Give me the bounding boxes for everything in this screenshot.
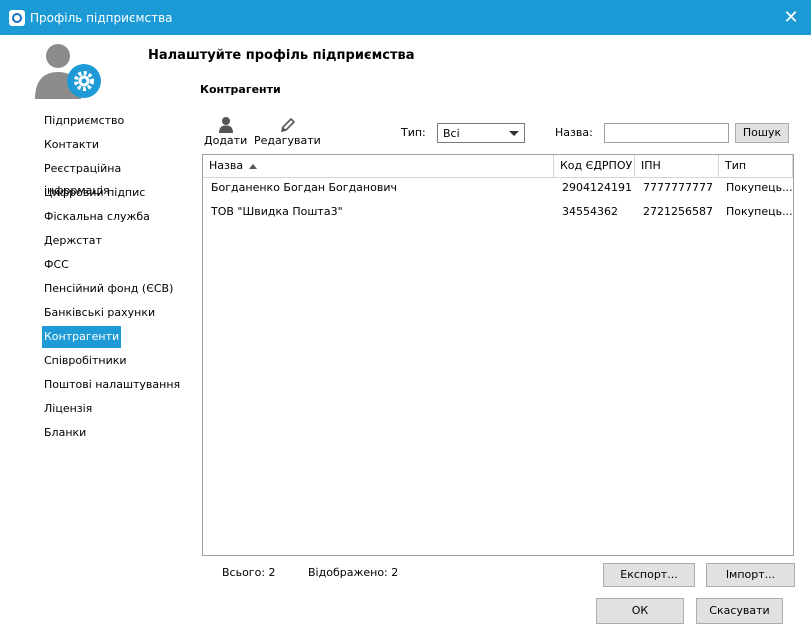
- cell-edrpou: 34554362: [562, 205, 618, 218]
- close-button[interactable]: ✕: [777, 5, 805, 31]
- sidebar-item-label: Бланки: [44, 426, 87, 439]
- title-bar: Профіль підприємства ✕: [0, 0, 811, 35]
- add-button[interactable]: Додати: [204, 116, 247, 147]
- type-filter-label: Тип:: [401, 126, 426, 139]
- cell-edrpou: 2904124191: [562, 181, 632, 194]
- table-row[interactable]: Богданенко Богдан Богданович 2904124191 …: [203, 176, 793, 200]
- cell-ipn: 7777777777: [643, 181, 713, 194]
- sidebar-item-contacts[interactable]: Контакти: [41, 134, 191, 158]
- ok-button[interactable]: ОК: [596, 598, 684, 624]
- sidebar-item-label: Контрагенти: [42, 326, 122, 348]
- column-header-type[interactable]: Тип: [719, 155, 793, 177]
- column-header-ipn[interactable]: ІПН: [635, 155, 719, 177]
- cell-type: Покупець...: [726, 181, 793, 194]
- cell-name: ТОВ "Швидка Пошта3": [211, 205, 343, 218]
- cell-type: Покупець...: [726, 205, 793, 218]
- column-header-label: Назва: [209, 159, 244, 172]
- cell-name: Богданенко Богдан Богданович: [211, 181, 397, 194]
- sidebar-item-pension-fund[interactable]: Пенсійний фонд (ЄСВ): [41, 278, 191, 302]
- sidebar-item-label: Пенсійний фонд (ЄСВ): [44, 282, 174, 295]
- window-title: Профіль підприємства: [30, 11, 173, 25]
- sidebar: Підприємство Контакти Реєстраційна інфор…: [41, 110, 191, 446]
- column-header-edrpou[interactable]: Код ЄДРПОУ: [554, 155, 635, 177]
- counterparties-table: Назва Код ЄДРПОУ ІПН Тип Богданенко Богд…: [202, 154, 794, 556]
- sidebar-item-label: Фіскальна служба: [44, 210, 150, 223]
- export-button[interactable]: Експорт...: [603, 563, 695, 587]
- name-filter-label: Назва:: [555, 126, 593, 139]
- sidebar-item-label: Держстат: [44, 234, 102, 247]
- column-header-name[interactable]: Назва: [203, 155, 554, 177]
- sidebar-item-label: Поштові налаштування: [44, 378, 181, 391]
- type-filter-select[interactable]: Всі: [437, 123, 525, 143]
- sidebar-item-enterprise[interactable]: Підприємство: [41, 110, 191, 134]
- type-filter-value: Всі: [443, 127, 460, 140]
- cancel-button[interactable]: Скасувати: [696, 598, 783, 624]
- profile-settings-icon: [35, 44, 101, 99]
- sidebar-item-mail-settings[interactable]: Поштові налаштування: [41, 374, 191, 398]
- edit-button[interactable]: Редагувати: [254, 116, 321, 147]
- name-search-input[interactable]: [604, 123, 729, 143]
- sidebar-item-registration-info[interactable]: Реєстраційна інформація: [41, 158, 191, 197]
- sidebar-item-fss[interactable]: ФСС: [41, 254, 191, 278]
- search-button[interactable]: Пошук: [735, 123, 789, 143]
- sidebar-item-license[interactable]: Ліцензія: [41, 398, 191, 422]
- sidebar-item-derzhstat[interactable]: Держстат: [41, 230, 191, 254]
- sidebar-item-counterparties[interactable]: Контрагенти: [41, 326, 191, 350]
- table-header: Назва Код ЄДРПОУ ІПН Тип: [203, 155, 793, 178]
- sidebar-item-label: Контакти: [44, 138, 100, 151]
- sidebar-item-label: ФСС: [44, 258, 69, 271]
- sidebar-item-label: Співробітники: [44, 354, 127, 367]
- shown-count: Відображено: 2: [308, 566, 399, 579]
- pencil-icon: [281, 117, 296, 133]
- sort-ascending-icon: [249, 163, 258, 169]
- sidebar-item-label: Банківські рахунки: [44, 306, 156, 319]
- sidebar-item-fiscal-service[interactable]: Фіскальна служба: [41, 206, 191, 230]
- add-button-label: Додати: [204, 134, 248, 147]
- sidebar-item-employees[interactable]: Співробітники: [41, 350, 191, 374]
- section-title: Контрагенти: [200, 83, 281, 96]
- sidebar-item-bank-accounts[interactable]: Банківські рахунки: [41, 302, 191, 326]
- sidebar-item-label: Підприємство: [44, 114, 125, 127]
- sidebar-item-label: Цифровий підпис: [44, 186, 146, 199]
- sidebar-item-label: Ліцензія: [44, 402, 93, 415]
- total-count: Всього: 2: [222, 566, 276, 579]
- add-user-icon: [218, 117, 233, 133]
- cell-ipn: 2721256587: [643, 205, 713, 218]
- chevron-down-icon: [509, 131, 519, 136]
- page-title: Налаштуйте профіль підприємства: [148, 48, 415, 63]
- app-logo-icon: [9, 10, 25, 26]
- import-button[interactable]: Імпорт...: [706, 563, 795, 587]
- edit-button-label: Редагувати: [254, 134, 321, 147]
- table-row[interactable]: ТОВ "Швидка Пошта3" 34554362 2721256587 …: [203, 200, 793, 224]
- sidebar-item-forms[interactable]: Бланки: [41, 422, 191, 446]
